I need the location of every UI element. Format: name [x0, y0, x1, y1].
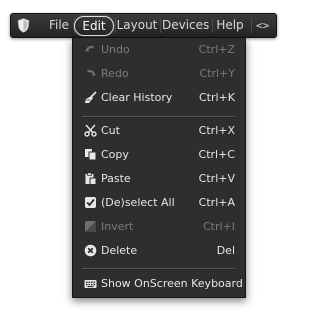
shortcut-label: Ctrl+K	[198, 91, 235, 104]
app-screen: File Edit Layout Devices Help <> Undo Ct…	[0, 0, 288, 315]
shortcut-label: Ctrl+A	[198, 196, 235, 209]
menubar-divider	[212, 18, 213, 33]
menu-item-paste[interactable]: Paste Ctrl+V	[73, 168, 245, 190]
menu-item-label: Copy	[101, 148, 129, 161]
menu-item-label: Redo	[101, 67, 129, 80]
code-toggle-button[interactable]: <>	[256, 14, 269, 37]
shortcut-label: Ctrl+Y	[199, 67, 235, 80]
menu-help[interactable]: Help	[216, 14, 244, 37]
shortcut-label: Ctrl+V	[198, 172, 235, 185]
copy-icon	[85, 149, 97, 161]
menu-item-label: Invert	[101, 220, 134, 233]
shortcut-label: Del	[216, 244, 235, 257]
shortcut-label: Ctrl+C	[198, 148, 235, 161]
shortcut-label: Ctrl+Z	[198, 43, 235, 56]
menu-separator	[82, 268, 236, 270]
menu-devices[interactable]: Devices	[162, 14, 209, 37]
redo-icon	[87, 69, 96, 76]
menu-item-label: Delete	[101, 244, 138, 257]
menu-item-label: Show OnScreen Keyboard	[101, 277, 243, 290]
scissors-icon	[84, 124, 97, 137]
menu-file[interactable]: File	[46, 14, 72, 37]
menu-item-label: Cut	[101, 124, 120, 137]
menu-layout[interactable]: Layout	[116, 14, 158, 37]
menu-item-redo[interactable]: Redo Ctrl+Y	[73, 63, 245, 85]
menu-item-clear-history[interactable]: Clear History Ctrl+K	[73, 87, 245, 109]
menu-edit[interactable]: Edit	[74, 16, 114, 36]
paste-icon	[85, 172, 97, 185]
menu-item-label: Undo	[101, 43, 130, 56]
menu-item-invert[interactable]: Invert Ctrl+I	[73, 216, 245, 238]
keyboard-icon	[84, 280, 97, 288]
shield-icon[interactable]	[15, 17, 32, 34]
edit-dropdown-menu: Undo Ctrl+Z Redo Ctrl+Y Clear History Ct…	[72, 38, 246, 298]
shortcut-label: Ctrl+I	[202, 220, 235, 233]
delete-icon	[84, 244, 97, 257]
menubar-divider	[251, 18, 252, 33]
menu-item-cut[interactable]: Cut Ctrl+X	[73, 120, 245, 142]
menu-item-label: (De)select All	[101, 196, 175, 209]
menubar: File Edit Layout Devices Help <>	[10, 13, 277, 38]
menubar-divider	[160, 18, 161, 33]
menu-separator	[82, 116, 236, 118]
invert-icon	[85, 221, 96, 232]
broom-icon	[85, 91, 97, 103]
menu-item-label: Paste	[101, 172, 131, 185]
menu-item-undo[interactable]: Undo Ctrl+Z	[73, 39, 245, 61]
menu-item-copy[interactable]: Copy Ctrl+C	[73, 144, 245, 166]
undo-icon	[85, 45, 94, 52]
shortcut-label: Ctrl+X	[198, 124, 235, 137]
menu-item-delete[interactable]: Delete Del	[73, 240, 245, 262]
menu-item-label: Clear History	[101, 91, 173, 104]
menu-item-deselect-all[interactable]: (De)select All Ctrl+A	[73, 192, 245, 214]
checkbox-icon	[85, 197, 96, 208]
menu-item-show-onscreen-keyboard[interactable]: Show OnScreen Keyboard	[73, 273, 245, 295]
